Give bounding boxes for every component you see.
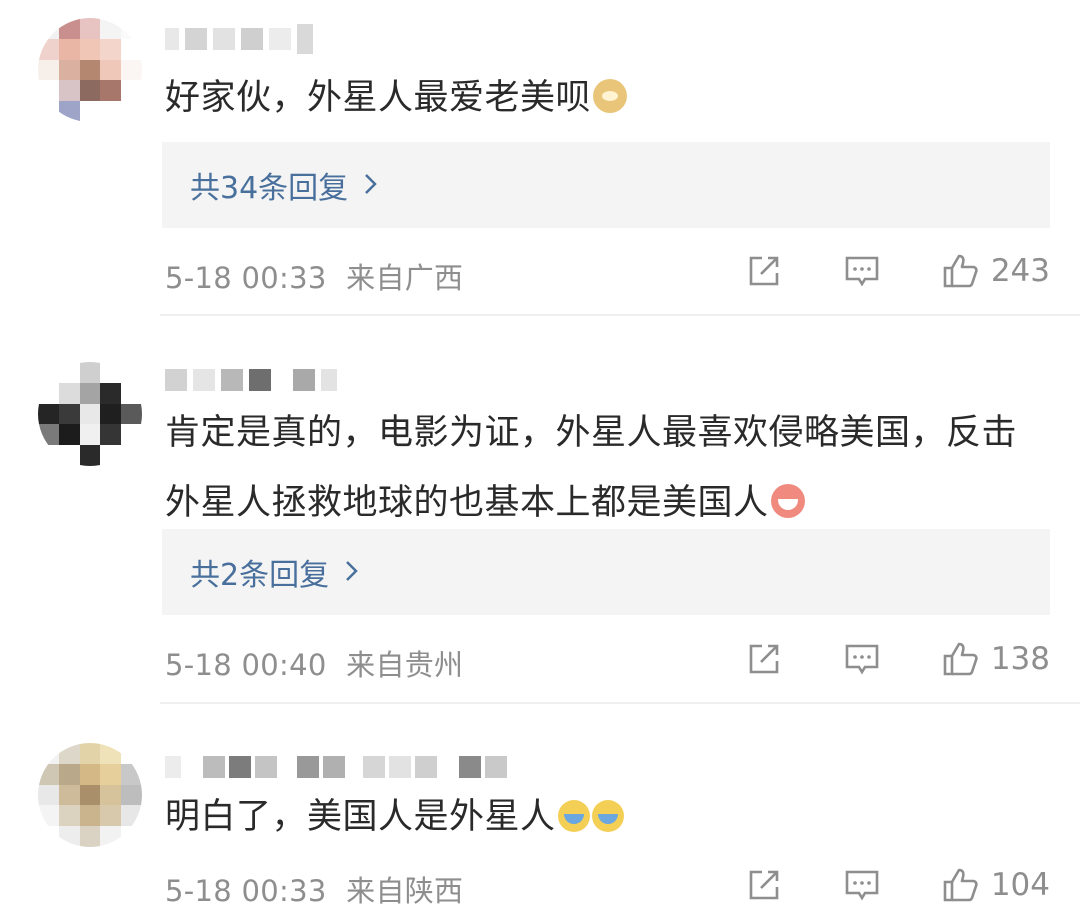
username-pixelated[interactable]: [165, 752, 507, 782]
replies-label: 共34条回复: [190, 171, 349, 206]
comment-meta: 5-18 00:33 来自广西: [165, 255, 463, 297]
comment-text: 肯定是真的，电影为证，外星人最喜欢侵略美国，反击外星人拯救地球的也基本上都是美国…: [165, 398, 1045, 538]
share-icon[interactable]: [745, 866, 783, 904]
like-count: 104: [990, 867, 1050, 903]
comment-icon[interactable]: [843, 252, 881, 290]
divider: [160, 702, 1080, 704]
like-count: 138: [990, 641, 1050, 677]
replies-label: 共2条回复: [190, 558, 330, 593]
comment-meta: 5-18 00:33 来自陕西: [165, 868, 463, 910]
avatar[interactable]: [38, 18, 142, 122]
comment-actions: 243: [685, 252, 1050, 290]
thumbs-up-icon[interactable]: [941, 866, 979, 904]
thumbs-up-icon[interactable]: [941, 252, 979, 290]
avatar[interactable]: [38, 743, 142, 847]
username-pixelated[interactable]: [165, 365, 337, 395]
comment-icon[interactable]: [843, 640, 881, 678]
chevron-right-icon: [345, 555, 359, 590]
comment-text: 明白了，美国人是外星人: [165, 782, 1045, 852]
timestamp: 5-18 00:40: [165, 648, 327, 682]
comment-actions: 104: [685, 866, 1050, 904]
comment-body: 好家伙，外星人最爱老美呗: [165, 78, 592, 118]
comment-actions: 138: [685, 640, 1050, 678]
location: 来自贵州: [346, 648, 464, 682]
comment-icon[interactable]: [843, 866, 881, 904]
replies-link[interactable]: 共34条回复: [162, 142, 1050, 228]
avatar[interactable]: [38, 362, 142, 466]
location: 来自陕西: [346, 874, 464, 908]
laugh-emoji-icon: [770, 484, 805, 518]
comment-body: 肯定是真的，电影为证，外星人最喜欢侵略美国，反击外星人拯救地球的也基本上都是美国…: [165, 413, 1018, 523]
comment-meta: 5-18 00:40 来自贵州: [165, 642, 463, 684]
divider: [160, 314, 1080, 316]
comment-body: 明白了，美国人是外星人: [165, 797, 556, 837]
cry-laugh-emoji-icon: [591, 800, 624, 832]
timestamp: 5-18 00:33: [165, 261, 327, 295]
thumbs-up-icon[interactable]: [941, 640, 979, 678]
chevron-right-icon: [364, 168, 378, 203]
comment-text: 好家伙，外星人最爱老美呗: [165, 63, 1045, 133]
share-icon[interactable]: [745, 252, 783, 290]
cry-laugh-emoji-icon: [557, 800, 590, 832]
username-pixelated[interactable]: [165, 24, 313, 54]
location: 来自广西: [346, 261, 464, 295]
like-count: 243: [990, 253, 1050, 289]
doge-emoji-icon: [593, 79, 628, 113]
timestamp: 5-18 00:33: [165, 874, 327, 908]
share-icon[interactable]: [745, 640, 783, 678]
replies-link[interactable]: 共2条回复: [162, 529, 1050, 615]
